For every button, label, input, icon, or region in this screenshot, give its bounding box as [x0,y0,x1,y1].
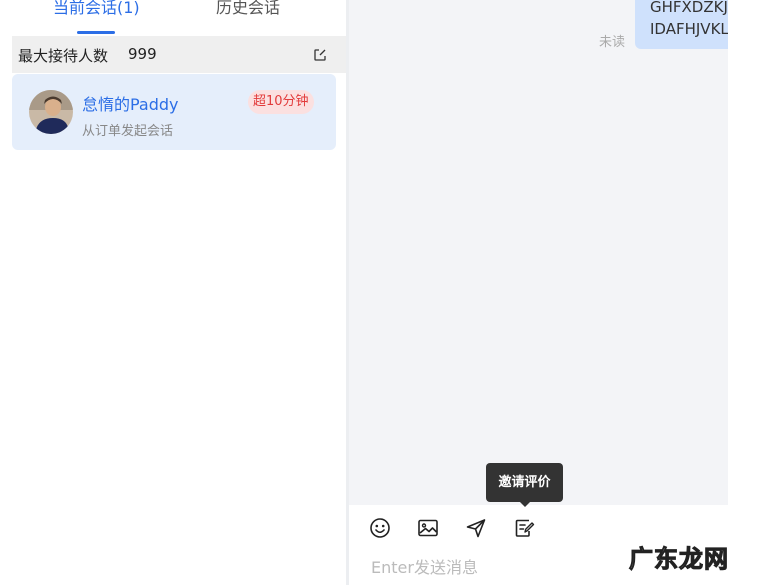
session-customer-name: 怠惰的Paddy [82,95,179,114]
active-tab-indicator [77,31,115,34]
tab-current-sessions[interactable]: 当前会话(1) [53,0,140,19]
message-read-status: 未读 [599,35,626,50]
message-input[interactable]: Enter发送消息 [371,554,478,578]
image-icon[interactable] [417,517,439,539]
session-list-item[interactable]: 怠惰的Paddy 从订单发起会话 超10分钟 [12,74,336,150]
max-reception-label: 最大接待人数 [18,47,109,65]
max-reception-bar: 最大接待人数 999 [12,36,346,73]
session-panel: 当前会话(1) 历史会话 最大接待人数 999 怠惰的Paddy 从订单发起会话… [0,0,346,585]
chat-messages-area: 未读 GHFXDZKJ IDAFHJVKL [349,0,728,505]
message-bubble: GHFXDZKJ IDAFHJVKL [635,0,728,49]
edit-icon[interactable] [313,47,327,61]
right-margin [728,0,764,585]
overtime-badge: 超10分钟 [248,90,314,114]
watermark: 广东龙网 [629,544,729,574]
message-line: IDAFHJVKL [650,20,728,38]
message-line: GHFXDZKJ [650,0,728,16]
evaluate-icon[interactable] [513,517,535,539]
max-reception-value: 999 [128,45,157,63]
session-tabs: 当前会话(1) 历史会话 [0,0,346,36]
tab-history-sessions[interactable]: 历史会话 [216,0,280,19]
tooltip-arrow [520,502,530,507]
session-source: 从订单发起会话 [82,124,174,139]
send-icon[interactable] [465,517,487,539]
invite-evaluation-tooltip: 邀请评价 [486,463,563,502]
emoji-icon[interactable] [369,517,391,539]
avatar [29,90,73,134]
